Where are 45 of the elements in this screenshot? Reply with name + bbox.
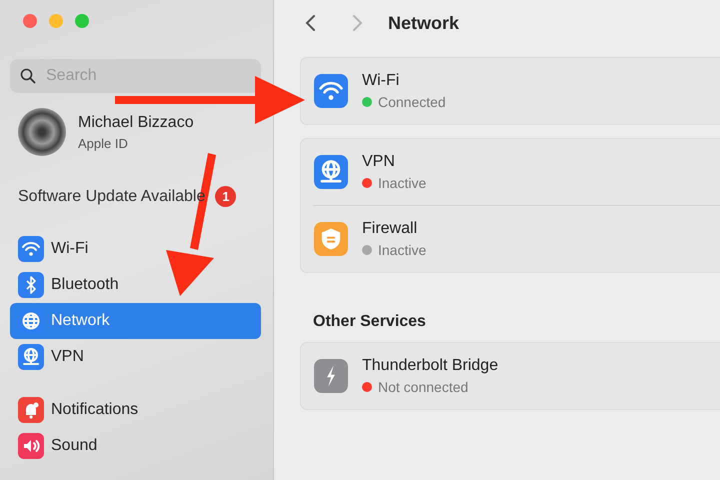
bluetooth-icon [18,272,44,298]
shield-icon [314,222,348,256]
zoom-button[interactable] [75,14,89,28]
page-title: Network [388,12,460,34]
wifi-icon [18,236,44,262]
account-name[interactable]: Michael Bizzaco [78,114,194,132]
sidebar-item-label: Bluetooth [51,276,119,294]
speaker-icon [18,433,44,459]
back-button[interactable] [304,13,318,33]
sidebar-item-label: Sound [51,437,98,455]
sidebar-item[interactable]: Bluetooth [10,267,261,303]
service-row[interactable]: Thunderbolt Bridge Not connected [301,343,720,409]
status-text: Not connected [378,379,468,395]
service-name: Firewall [362,220,418,238]
sidebar-item[interactable]: Network [10,303,261,339]
avatar[interactable] [18,108,66,156]
globe-icon [18,308,44,334]
sidebar-item[interactable]: Wi-Fi [10,231,261,267]
sidebar-item-label: Wi-Fi [51,240,88,258]
sidebar-item-label: Network [51,312,110,330]
sidebar-item[interactable]: VPN [10,339,261,375]
wifi-icon [314,74,348,108]
sidebar-item[interactable]: Sound [10,428,261,464]
notification-badge: 1 [215,186,236,207]
sidebar-item[interactable]: Notifications [10,392,261,428]
status-text: Connected [378,94,446,110]
section-heading: Other Services [313,313,427,331]
minimize-button[interactable] [49,14,63,28]
sidebar-item-label: Notifications [51,401,138,419]
sidebar-item-label: VPN [51,348,84,366]
status-text: Inactive [378,175,426,191]
service-name: Wi-Fi [362,72,400,90]
globe-icon [314,155,348,189]
account-subtitle: Apple ID [78,136,129,150]
service-row[interactable]: Wi-Fi Connected [301,58,720,124]
status-text: Inactive [378,242,426,258]
globe-icon [18,344,44,370]
close-button[interactable] [23,14,37,28]
service-name: VPN [362,153,396,171]
service-row[interactable]: Firewall Inactive [301,206,720,272]
bell-icon [18,397,44,423]
service-row[interactable]: VPN Inactive [301,139,720,205]
service-name: Thunderbolt Bridge [362,357,498,375]
forward-button[interactable] [350,13,364,33]
lightning-bolt-icon [314,359,348,393]
